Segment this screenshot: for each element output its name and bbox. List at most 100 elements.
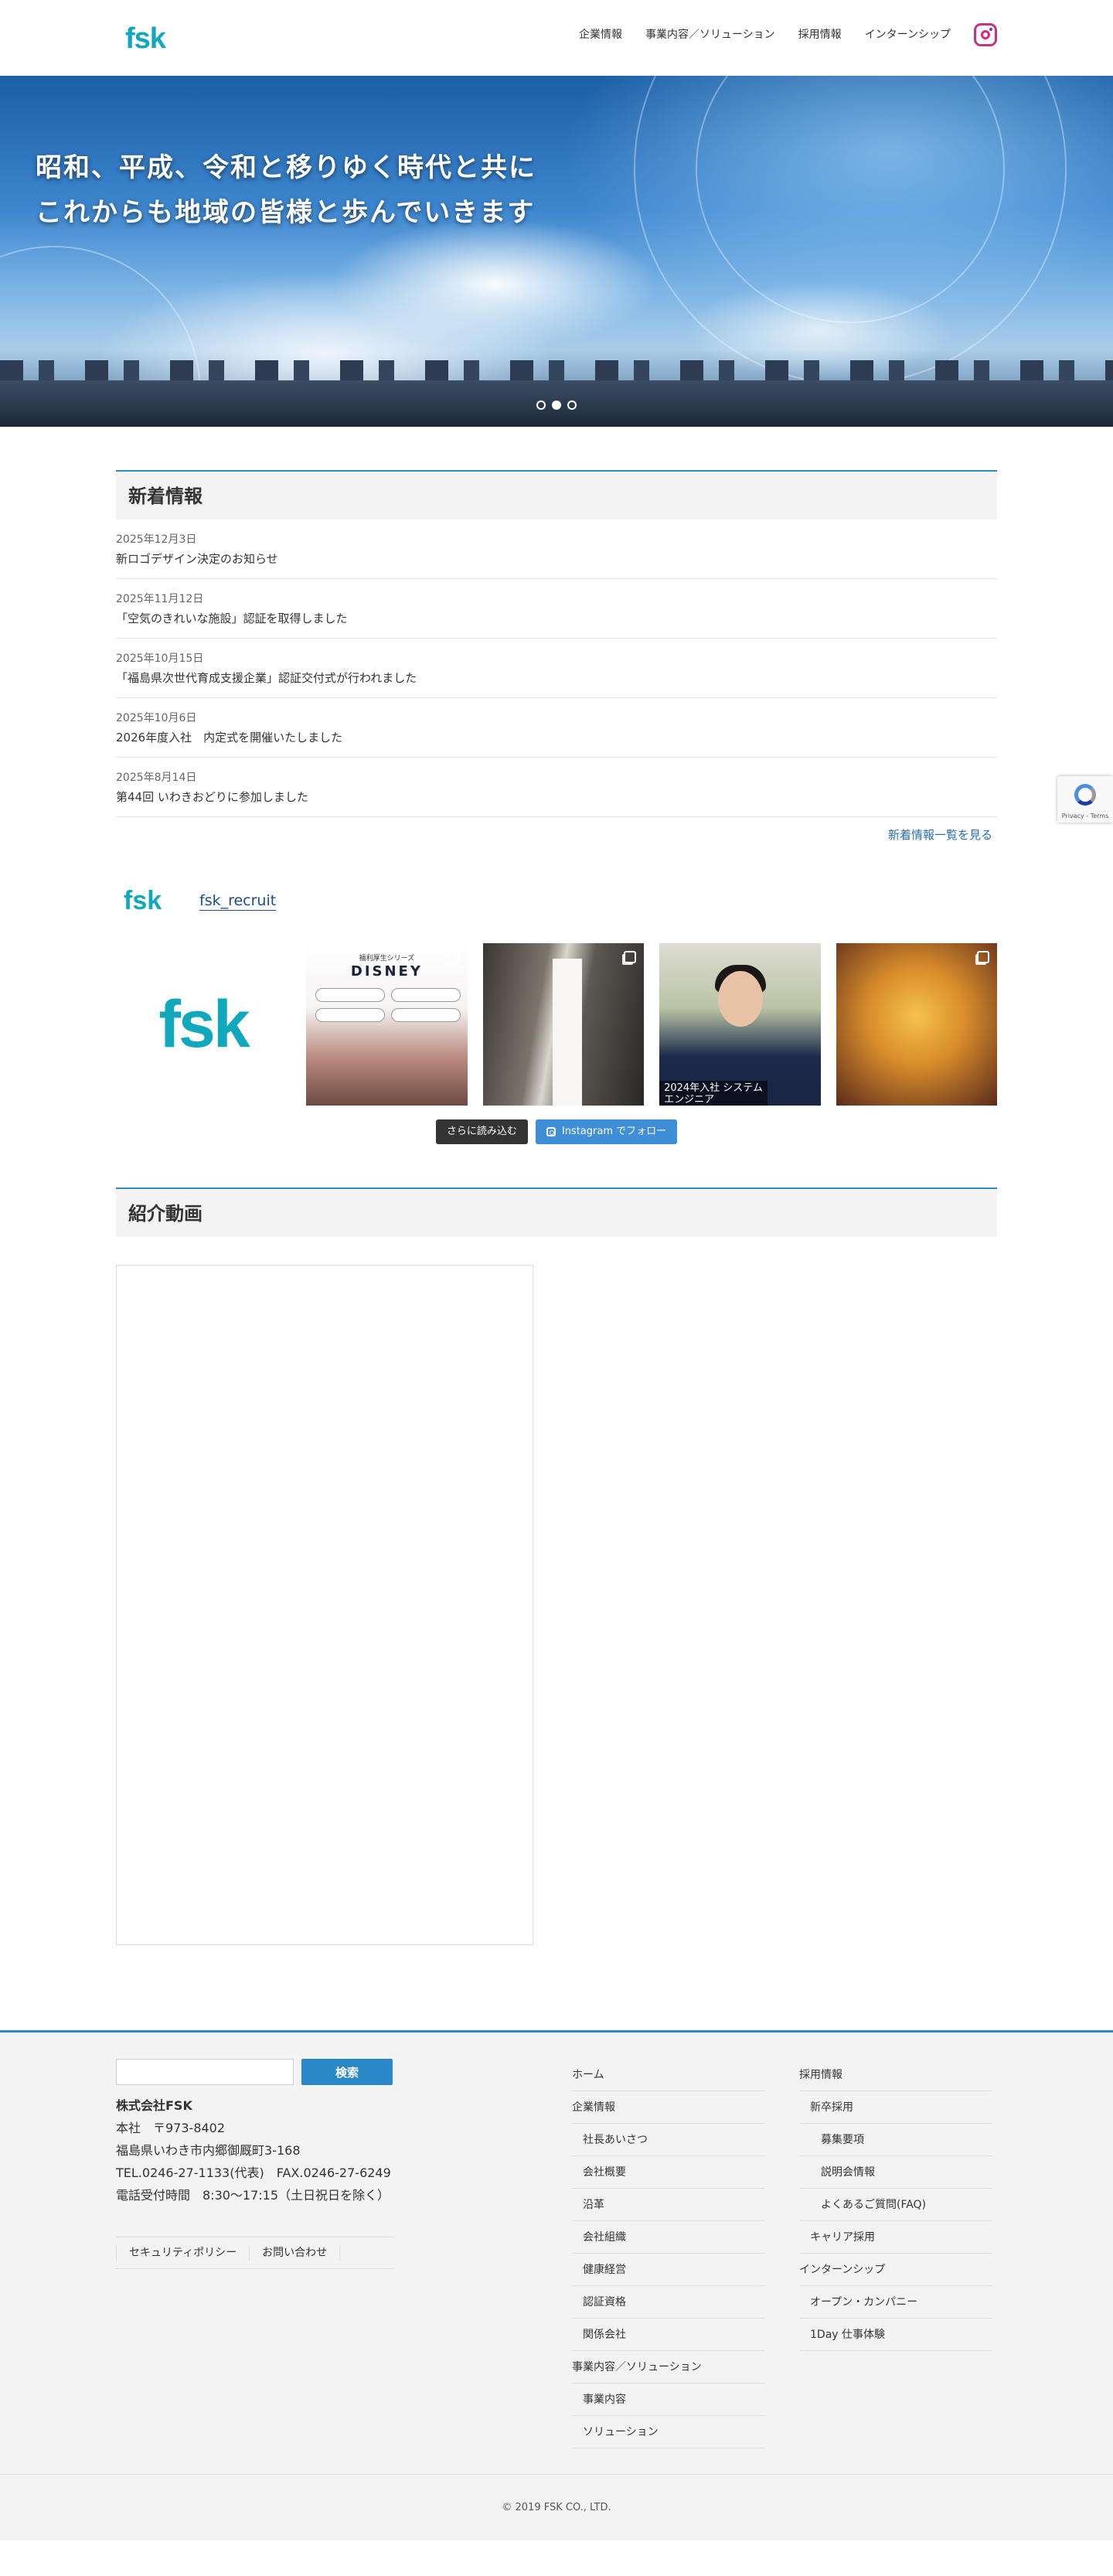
news-date: 2025年11月12日 <box>116 593 204 605</box>
post-series-title: 福利厚生シリーズ <box>359 955 415 963</box>
footer-menu-item[interactable]: 募集要項 <box>799 2124 992 2156</box>
post-sign <box>552 959 582 1106</box>
hero-line-1: 昭和、平成、令和と移りゆく時代と共に <box>36 152 536 183</box>
footer-menu-item[interactable]: 健康経営 <box>572 2254 765 2286</box>
site-logo[interactable]: fsk <box>125 23 166 54</box>
footer-menu-item[interactable]: 認証資格 <box>572 2286 765 2319</box>
footer-menu-item[interactable]: 企業情報 <box>572 2091 765 2124</box>
nav-internship[interactable]: インターンシップ <box>865 27 951 43</box>
news-item[interactable]: 2025年10月15日「福島県次世代育成支援企業」認証交付式が行われました <box>116 639 997 698</box>
post-bubble <box>391 1008 461 1022</box>
footer-menu-item[interactable]: ソリューション <box>572 2416 765 2448</box>
search-input[interactable] <box>116 2059 294 2085</box>
intro-video-player[interactable] <box>116 1265 533 1945</box>
instagram-post[interactable]: 2024年入社 システムエンジニア <box>659 943 821 1106</box>
instagram-avatar[interactable]: fsk <box>124 885 178 916</box>
footer-menu-item[interactable]: 会社概要 <box>572 2156 765 2189</box>
news-item[interactable]: 2025年12月3日新ロゴデザイン決定のお知らせ <box>116 520 997 579</box>
news-item[interactable]: 2025年10月6日 2026年度入社 内定式を開催いたしました <box>116 698 997 758</box>
recaptcha-text: Privacy - Terms <box>1061 813 1109 819</box>
footer-menu-1: ホーム 企業情報 社長あいさつ 会社概要 沿革 会社組織 健康経営 認証資格 関係会社 事業内容／… <box>572 2059 765 2448</box>
instagram-username[interactable]: fsk_recruit <box>199 891 277 911</box>
hero-line-2: これからも地域の皆様と歩んでいきます <box>36 197 536 228</box>
news-date: 2025年8月14日 <box>116 772 197 784</box>
footer-menu-item[interactable]: 関係会社 <box>572 2319 765 2351</box>
footer-menu-item[interactable]: よくあるご質問(FAQ) <box>799 2189 992 2221</box>
site-header: fsk 企業情報 事業内容／ソリューション 採用情報 インターンシップ <box>0 0 1113 76</box>
copyright: © 2019 FSK CO., LTD. <box>0 2474 1113 2540</box>
footer-search: 検索 <box>116 2059 393 2085</box>
news-item-title[interactable]: 2026年度入社 内定式を開催いたしました <box>116 729 997 746</box>
nav-recruit[interactable]: 採用情報 <box>798 27 842 43</box>
site-footer: 検索 株式会社FSK 本社 〒973-8402 福島県いわき市内郷御厩町3-16… <box>0 2030 1113 2540</box>
footer-menu-item[interactable]: 説明会情報 <box>799 2156 992 2189</box>
news-list: 2025年12月3日 新ロゴデザイン決定のお知らせ 2025年11月12日 「空気のき… <box>116 520 997 817</box>
news-item-title[interactable]: 「空気のきれいな施設」認証を取得しました <box>116 610 997 627</box>
footer-menu-item[interactable]: キャリア採用 <box>799 2221 992 2254</box>
footer-menu-item[interactable]: ホーム <box>572 2059 765 2091</box>
main-content: 新着情報 2025年12月3日 新ロゴデザイン決定のお知らせ 2025年11月12日… <box>116 470 997 1945</box>
instagram-post[interactable] <box>482 943 645 1106</box>
footer-menu-item[interactable]: 社長あいさつ <box>572 2124 765 2156</box>
instagram-header: fsk fsk_recruit <box>116 881 997 920</box>
news-item-title[interactable]: 新ロゴデザイン決定のお知らせ <box>116 550 997 567</box>
footer-menu-item[interactable]: 事業内容／ソリューション <box>572 2351 765 2383</box>
instagram-post[interactable] <box>836 943 997 1106</box>
footer-menu-item[interactable]: オープン・カンパニー <box>799 2286 992 2319</box>
instagram-feed: fsk 福利厚生シリーズ DISNEY 2024年入社 システムエンジニア <box>116 943 997 1106</box>
multi-photo-icon <box>624 951 637 963</box>
multi-photo-icon <box>976 951 989 963</box>
news-item[interactable]: 2025年11月12日「空気のきれいな施設」認証を取得しました <box>116 579 997 639</box>
post-bubble <box>315 988 386 1002</box>
news-item-title[interactable]: 第44回 いわきおどりに参加しました <box>116 789 997 806</box>
video-title: 紹介動画 <box>116 1187 997 1237</box>
instagram-icon[interactable] <box>974 23 997 46</box>
news-date: 2025年10月15日 <box>116 653 204 665</box>
instagram-icon <box>546 1127 556 1136</box>
footer-menu-item[interactable]: 新卒採用 <box>799 2091 992 2124</box>
company-address: 福島県いわき市内郷御厩町3-168 <box>116 2143 301 2158</box>
news-date: 2025年12月3日 <box>116 533 197 546</box>
post-bubble <box>391 988 461 1002</box>
slider-dots <box>536 400 577 410</box>
news-more-link[interactable]: 新着情報一覧を見る <box>116 826 997 843</box>
follow-button[interactable]: Instagram でフォロー <box>535 1119 678 1144</box>
news-date: 2025年10月6日 <box>116 712 197 724</box>
company-tel: TEL.0246-27-1133(代表) FAX.0246-27-6249 <box>116 2165 391 2180</box>
load-more-button[interactable]: さらに読み込む <box>435 1119 528 1144</box>
post-bubble <box>315 1008 386 1022</box>
slider-dot[interactable] <box>552 400 561 410</box>
company-name: 株式会社FSK <box>116 2098 192 2113</box>
news-item-title[interactable]: 「福島県次世代育成支援企業」認証交付式が行われました <box>116 670 997 687</box>
instagram-logo-tile[interactable]: fsk <box>116 943 291 1106</box>
slider-dot[interactable] <box>536 400 546 410</box>
post-person-face <box>718 971 764 1027</box>
search-button[interactable]: 検索 <box>301 2059 393 2085</box>
company-postal: 本社 〒973-8402 <box>116 2121 226 2135</box>
footer-menu-2: 採用情報 新卒採用 募集要項 説明会情報 よくあるご質問(FAQ) キャリア採用 インターン… <box>799 2059 992 2351</box>
instagram-post[interactable]: 福利厚生シリーズ DISNEY <box>306 943 468 1106</box>
footer-menu-item[interactable]: 事業内容 <box>572 2383 765 2416</box>
footer-menu-item[interactable]: 沿革 <box>572 2189 765 2221</box>
slider-dot[interactable] <box>567 400 577 410</box>
hero-slider: 昭和、平成、令和と移りゆく時代と共に これからも地域の皆様と歩んでいきます <box>0 76 1113 427</box>
nav-company[interactable]: 企業情報 <box>579 27 622 43</box>
follow-label: Instagram でフォロー <box>561 1126 667 1137</box>
company-hours: 電話受付時間 8:30〜17:15（土日祝日を除く） <box>116 2188 390 2203</box>
footer-menu-item[interactable]: 会社組織 <box>572 2221 765 2254</box>
news-title: 新着情報 <box>116 470 997 520</box>
footer-menu-item[interactable]: インターンシップ <box>799 2254 992 2286</box>
post-brand: DISNEY <box>350 963 423 980</box>
multi-photo-icon <box>447 951 460 963</box>
nav-business[interactable]: 事業内容／ソリューション <box>645 27 775 43</box>
security-policy-link[interactable]: セキュリティポリシー <box>116 2245 249 2261</box>
footer-menu-item[interactable]: 1Day 仕事体験 <box>799 2319 992 2351</box>
recaptcha-badge[interactable]: Privacy - Terms <box>1057 776 1113 823</box>
contact-link[interactable]: お問い合わせ <box>249 2245 341 2261</box>
post-caption: 2024年入社 システムエンジニア <box>659 1081 768 1106</box>
news-item[interactable]: 2025年8月14日第44回 いわきおどりに参加しました <box>116 758 997 817</box>
company-info: 株式会社FSK 本社 〒973-8402 福島県いわき市内郷御厩町3-168 T… <box>116 2094 394 2206</box>
footer-menu-item[interactable]: 採用情報 <box>799 2059 992 2091</box>
hero-copy: 昭和、平成、令和と移りゆく時代と共に これからも地域の皆様と歩んでいきます <box>36 145 536 235</box>
footer-links: セキュリティポリシー お問い合わせ <box>116 2237 394 2269</box>
